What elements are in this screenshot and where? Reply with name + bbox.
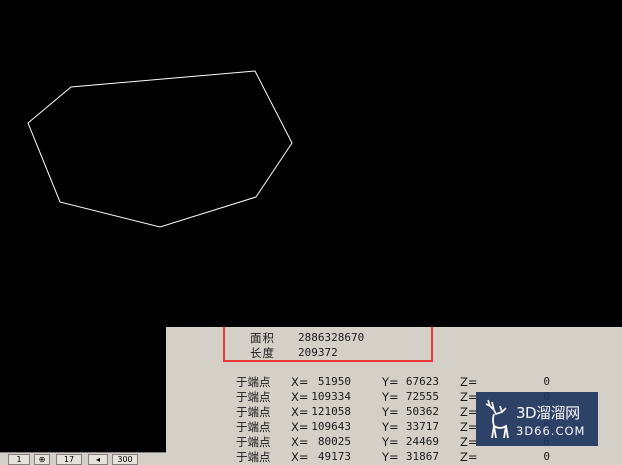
length-value: 209372 <box>298 346 338 359</box>
z-key: Z= <box>460 450 478 464</box>
x-value: 121058 <box>311 405 351 418</box>
polygon-outline[interactable] <box>27 70 293 228</box>
status-arrow-icon[interactable]: ◂ <box>88 454 108 465</box>
y-value: 24469 <box>405 435 439 448</box>
endpoint-label: 于端点 <box>236 420 271 434</box>
z-key: Z= <box>460 390 478 404</box>
watermark-title: 3D溜溜网 <box>516 404 580 422</box>
y-value: 33717 <box>405 420 439 433</box>
status-item-1[interactable]: 1 <box>8 454 30 465</box>
x-value: 51950 <box>317 375 351 388</box>
endpoint-label: 于端点 <box>236 450 271 464</box>
status-toggle-icon[interactable]: ⊕ <box>34 454 50 465</box>
endpoint-label: 于端点 <box>236 435 271 449</box>
z-key: Z= <box>460 405 478 419</box>
endpoint-label: 于端点 <box>236 405 271 419</box>
y-value: 31867 <box>405 450 439 463</box>
endpoint-label: 于端点 <box>236 375 271 389</box>
y-value: 72555 <box>405 390 439 403</box>
z-value: 0 <box>543 450 550 463</box>
z-key: Z= <box>460 420 478 434</box>
x-value: 109334 <box>311 390 351 403</box>
area-label: 面积 <box>250 331 275 345</box>
x-value: 49173 <box>317 450 351 463</box>
x-value: 80025 <box>317 435 351 448</box>
status-item-2[interactable]: 17 <box>56 454 82 465</box>
y-value: 67623 <box>405 375 439 388</box>
z-key: Z= <box>460 375 478 389</box>
deer-icon <box>485 399 509 439</box>
area-value: 2886328670 <box>298 331 365 344</box>
x-value: 109643 <box>311 420 351 433</box>
z-value: 0 <box>543 375 550 388</box>
length-label: 长度 <box>250 346 275 360</box>
endpoint-label: 于端点 <box>236 390 271 404</box>
watermark-subtitle: 3D66.COM <box>516 424 586 438</box>
status-bar: 1 ⊕ 17 ◂ 300 <box>0 452 166 465</box>
watermark-logo: 3D溜溜网 3D66.COM <box>476 392 598 446</box>
z-key: Z= <box>460 435 478 449</box>
status-item-3[interactable]: 300 <box>112 454 138 465</box>
y-value: 50362 <box>405 405 439 418</box>
